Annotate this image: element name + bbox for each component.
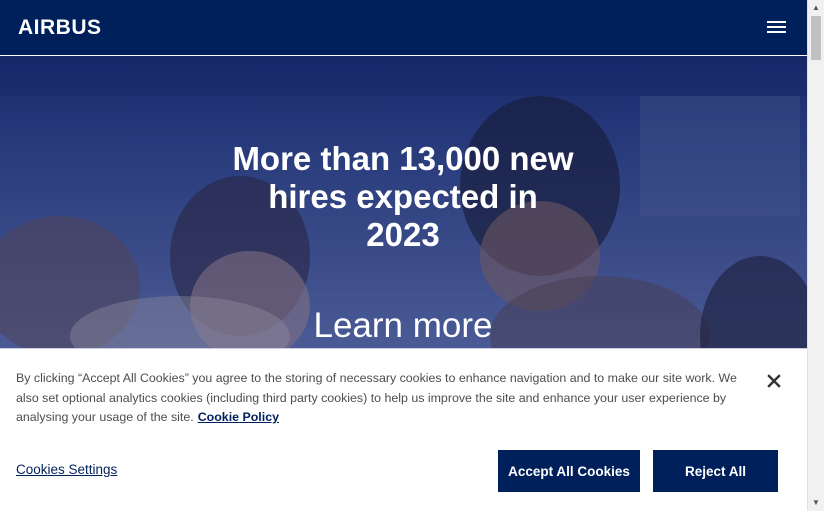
cookie-policy-link[interactable]: Cookie Policy [198, 410, 279, 424]
close-icon[interactable] [766, 373, 782, 389]
menu-icon-bar [767, 26, 786, 28]
cookie-consent-message: By clicking “Accept All Cookies” you agr… [16, 371, 737, 424]
accept-all-cookies-button[interactable]: Accept All Cookies [498, 450, 640, 492]
airbus-logo[interactable]: AIRBUS [18, 14, 102, 42]
cookie-consent-text: By clicking “Accept All Cookies” you agr… [16, 369, 756, 428]
page-scrollbar[interactable]: ▲ ▼ [807, 0, 824, 511]
cookies-settings-link[interactable]: Cookies Settings [16, 461, 117, 479]
hamburger-menu-icon[interactable] [767, 19, 787, 35]
hero-title: More than 13,000 new hires expected in 2… [232, 140, 574, 253]
hero-banner: More than 13,000 new hires expected in 2… [0, 56, 807, 348]
menu-icon-bar [767, 21, 786, 23]
scroll-down-arrow-icon[interactable]: ▼ [808, 495, 824, 511]
scrollbar-thumb[interactable] [811, 16, 821, 60]
scroll-up-arrow-icon[interactable]: ▲ [808, 0, 824, 16]
learn-more-link[interactable]: Learn more [228, 304, 578, 348]
site-header: AIRBUS [0, 0, 807, 56]
cookie-consent-banner: By clicking “Accept All Cookies” you agr… [0, 348, 807, 511]
menu-icon-bar [767, 31, 786, 33]
reject-all-button[interactable]: Reject All [653, 450, 778, 492]
